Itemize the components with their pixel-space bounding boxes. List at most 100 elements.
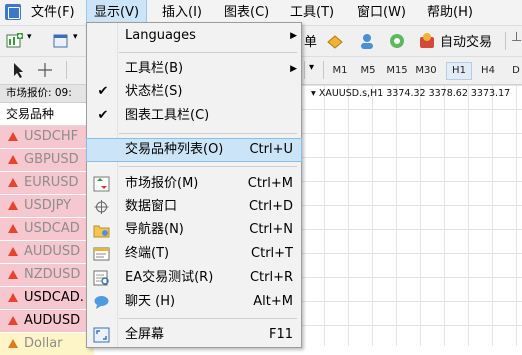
market-watch-row[interactable]: USDCAD. bbox=[0, 287, 94, 309]
shortcut-label: F11 bbox=[268, 327, 293, 342]
submenu-arrow-icon: ▶ bbox=[290, 31, 297, 41]
up-arrow-icon bbox=[8, 247, 18, 256]
up-arrow-icon bbox=[8, 224, 18, 233]
menu-item-statusbar[interactable]: ✔ 状态栏(S) bbox=[87, 81, 301, 103]
toolbar-separator bbox=[304, 61, 305, 79]
market-watch-row[interactable]: AUDUSD bbox=[0, 310, 94, 332]
symbol-name: USDCAD bbox=[24, 221, 80, 236]
menu-item-strategy-tester[interactable]: EA交易测试(R) Ctrl+R bbox=[87, 267, 301, 289]
symbol-name: EURUSD bbox=[24, 175, 79, 190]
symbol-name: AUDUSD bbox=[24, 244, 81, 259]
menu-item-label: 工具栏(B) bbox=[125, 61, 184, 76]
menu-item-label: 交易品种列表(O) bbox=[125, 142, 224, 157]
menu-item-label: 全屏幕 bbox=[125, 327, 165, 342]
new-order-label[interactable]: 单 bbox=[304, 31, 317, 50]
shortcut-label: Ctrl+R bbox=[249, 270, 293, 285]
toolbar-separator bbox=[323, 61, 324, 79]
autotrade-button[interactable]: 自动交易 bbox=[440, 31, 492, 50]
timeframe-h1[interactable]: H1 bbox=[446, 62, 472, 80]
timeframe-m5[interactable]: M5 bbox=[356, 63, 380, 79]
symbol-name: Dollar bbox=[24, 336, 63, 351]
view-menu-dropdown: Languages ▶ 工具栏(B) ▶ ✔ 状态栏(S) ✔ 图表工具栏(C)… bbox=[86, 22, 302, 348]
strategy-tester-icon bbox=[93, 270, 109, 286]
menu-item-label: 导航器(N) bbox=[125, 222, 184, 237]
shortcut-label: Ctrl+M bbox=[247, 176, 293, 191]
timeframe-m15[interactable]: M15 bbox=[385, 63, 409, 79]
menu-separator bbox=[119, 133, 297, 134]
menu-item-chat[interactable]: 聊天 (H) Alt+M bbox=[87, 291, 301, 313]
shortcut-label: Ctrl+D bbox=[248, 199, 293, 214]
new-chart-icon[interactable] bbox=[6, 32, 24, 50]
chat-icon bbox=[94, 296, 109, 309]
menu-item-navigator[interactable]: 导航器(N) Ctrl+N bbox=[87, 219, 301, 241]
menu-file[interactable]: 文件(F) bbox=[24, 0, 82, 25]
menu-item-terminal[interactable]: 终端(T) Ctrl+T bbox=[87, 243, 301, 265]
cursor-icon[interactable] bbox=[10, 61, 28, 79]
chart-title-arrow-icon: ▾ bbox=[311, 88, 316, 99]
more-tools-icon[interactable]: ⊥ bbox=[511, 30, 522, 45]
timeframe-d1[interactable]: D bbox=[504, 63, 522, 79]
timeframe-dropdown-icon[interactable]: ▾ bbox=[309, 62, 314, 73]
market-watch-row[interactable]: USDJPY bbox=[0, 195, 94, 217]
menu-item-chart-toolbar[interactable]: ✔ 图表工具栏(C) bbox=[87, 105, 301, 127]
chart-area[interactable] bbox=[300, 85, 522, 346]
up-arrow-icon bbox=[8, 293, 18, 302]
timeframe-m30[interactable]: M30 bbox=[414, 63, 438, 79]
menu-item-toolbars[interactable]: 工具栏(B) ▶ bbox=[87, 58, 301, 80]
up-arrow-icon bbox=[8, 155, 18, 164]
toolbar-separator bbox=[505, 32, 506, 50]
menu-separator bbox=[119, 166, 297, 167]
menu-item-languages[interactable]: Languages ▶ bbox=[87, 25, 301, 47]
chart-title-text: XAUUSD.s,H1 3374.32 3378.62 3373.17 bbox=[318, 88, 511, 99]
shortcut-label: Alt+M bbox=[253, 294, 293, 309]
menu-item-data-window[interactable]: 数据窗口 Ctrl+D bbox=[87, 196, 301, 218]
menu-help[interactable]: 帮助(H) bbox=[420, 0, 480, 25]
profiles-icon[interactable] bbox=[52, 32, 70, 50]
symbol-name: USDCAD. bbox=[24, 290, 84, 305]
menu-item-label: 市场报价(M) bbox=[125, 176, 199, 191]
market-watch-row[interactable]: AUDUSD bbox=[0, 241, 94, 263]
symbol-name: USDJPY bbox=[24, 198, 72, 213]
market-watch-row[interactable]: NZDUSD bbox=[0, 264, 94, 286]
terminal-icon bbox=[93, 247, 110, 261]
timeframe-h4[interactable]: H4 bbox=[476, 63, 500, 79]
menu-item-symbols[interactable]: 交易品种列表(O) Ctrl+U bbox=[86, 138, 302, 162]
symbol-name: NZDUSD bbox=[24, 267, 81, 282]
app-icon[interactable] bbox=[5, 4, 21, 20]
toolbar-separator bbox=[66, 61, 67, 79]
market-watch-symbol-column[interactable]: 交易品种 bbox=[0, 103, 94, 126]
up-arrow-icon bbox=[8, 270, 18, 279]
symbol-name: AUDUSD bbox=[24, 313, 81, 328]
autotrade-icon[interactable] bbox=[418, 32, 436, 50]
up-arrow-icon bbox=[8, 201, 18, 210]
shortcut-label: Ctrl+U bbox=[249, 142, 293, 157]
account-icon[interactable] bbox=[358, 32, 376, 50]
market-watch-row[interactable]: USDCHF bbox=[0, 126, 94, 148]
new-chart-dropdown-icon[interactable]: ▾ bbox=[27, 32, 32, 42]
menu-item-label: 状态栏(S) bbox=[125, 84, 183, 99]
crosshair-icon[interactable] bbox=[36, 61, 54, 79]
shortcut-label: Ctrl+N bbox=[249, 222, 293, 237]
symbol-name: GBPUSD bbox=[24, 152, 79, 167]
checkmark-icon: ✔ bbox=[97, 108, 109, 123]
market-watch-row[interactable]: USDCAD bbox=[0, 218, 94, 240]
menu-separator bbox=[119, 52, 297, 53]
market-watch-header: 市场报价: 09: bbox=[0, 85, 94, 103]
menu-item-label: 数据窗口 bbox=[125, 199, 178, 214]
menu-separator bbox=[119, 318, 297, 319]
menu-item-market-watch[interactable]: 市场报价(M) Ctrl+M bbox=[87, 173, 301, 195]
profiles-dropdown-icon[interactable]: ▾ bbox=[73, 32, 78, 42]
gold-bars-icon[interactable] bbox=[326, 32, 344, 50]
market-watch-row[interactable]: Dollar bbox=[0, 333, 94, 355]
crosshair-icon bbox=[94, 200, 109, 214]
menu-item-fullscreen[interactable]: 全屏幕 F11 bbox=[87, 324, 301, 346]
market-icon[interactable] bbox=[388, 32, 406, 50]
timeframe-m1[interactable]: M1 bbox=[328, 63, 352, 79]
up-arrow-icon bbox=[8, 316, 18, 325]
menu-item-label: EA交易测试(R) bbox=[125, 270, 214, 285]
menu-window[interactable]: 窗口(W) bbox=[350, 0, 413, 25]
market-watch-icon bbox=[93, 176, 110, 192]
market-watch-row[interactable]: EURUSD bbox=[0, 172, 94, 194]
up-arrow-icon bbox=[8, 339, 18, 348]
market-watch-row[interactable]: GBPUSD bbox=[0, 149, 94, 171]
